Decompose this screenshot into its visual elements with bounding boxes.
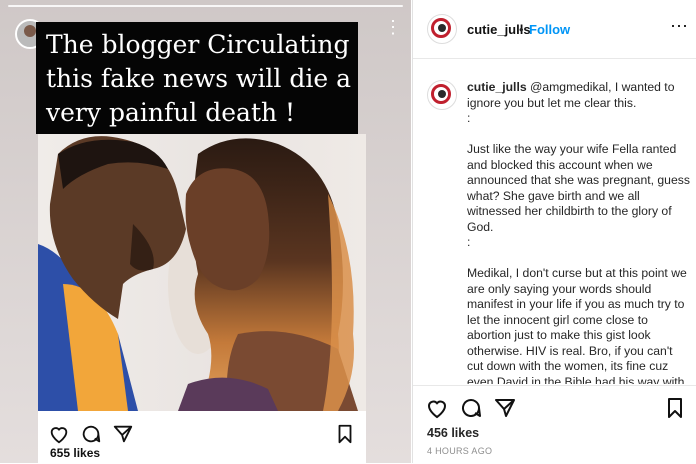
story-panel: amgmedikal 2 h ⋮	[0, 0, 411, 463]
comment-text: :	[467, 235, 471, 249]
story-progress-bar	[8, 5, 403, 7]
caption-comment: cutie_julls @amgmedikal, I wanted to ign…	[467, 80, 691, 384]
bookmark-icon[interactable]	[334, 423, 356, 445]
comment-area: cutie_julls @amgmedikal, I wanted to ign…	[413, 0, 696, 384]
post-action-bar: 456 likes 4 HOURS AGO	[413, 385, 696, 464]
story-caption-line: The blogger Circulating	[46, 30, 350, 59]
reposted-post: 655 likes	[38, 134, 366, 463]
post-panel: cutie_julls • Follow ⋯ cutie_julls @amgm…	[412, 0, 696, 463]
share-icon[interactable]	[493, 396, 517, 420]
bookmark-icon[interactable]	[663, 396, 687, 420]
share-icon[interactable]	[112, 423, 134, 445]
likes-count[interactable]: 456 likes	[427, 426, 479, 440]
comment-text: Just like the way your wife Fella ranted…	[467, 142, 690, 234]
story-caption-line: very painful death !	[46, 98, 296, 127]
comment-avatar[interactable]	[427, 80, 457, 110]
story-caption-line: this fake news will die a	[46, 64, 352, 93]
comment-text: :	[467, 111, 471, 125]
reposted-post-likes: 655 likes	[50, 446, 101, 460]
post-timestamp: 4 HOURS AGO	[427, 446, 493, 456]
heart-icon[interactable]	[425, 396, 449, 420]
comment-username[interactable]: cutie_julls	[467, 80, 527, 94]
story-caption: The blogger Circulating this fake news w…	[36, 22, 358, 134]
heart-icon[interactable]	[48, 423, 70, 445]
comment-text: Medikal, I don't curse but at this point…	[467, 266, 687, 384]
post-photo	[38, 134, 366, 411]
comment-icon[interactable]	[80, 423, 102, 445]
more-vertical-icon[interactable]: ⋮	[384, 18, 402, 36]
comment-icon[interactable]	[459, 396, 483, 420]
post-action-bar: 655 likes	[38, 411, 366, 463]
